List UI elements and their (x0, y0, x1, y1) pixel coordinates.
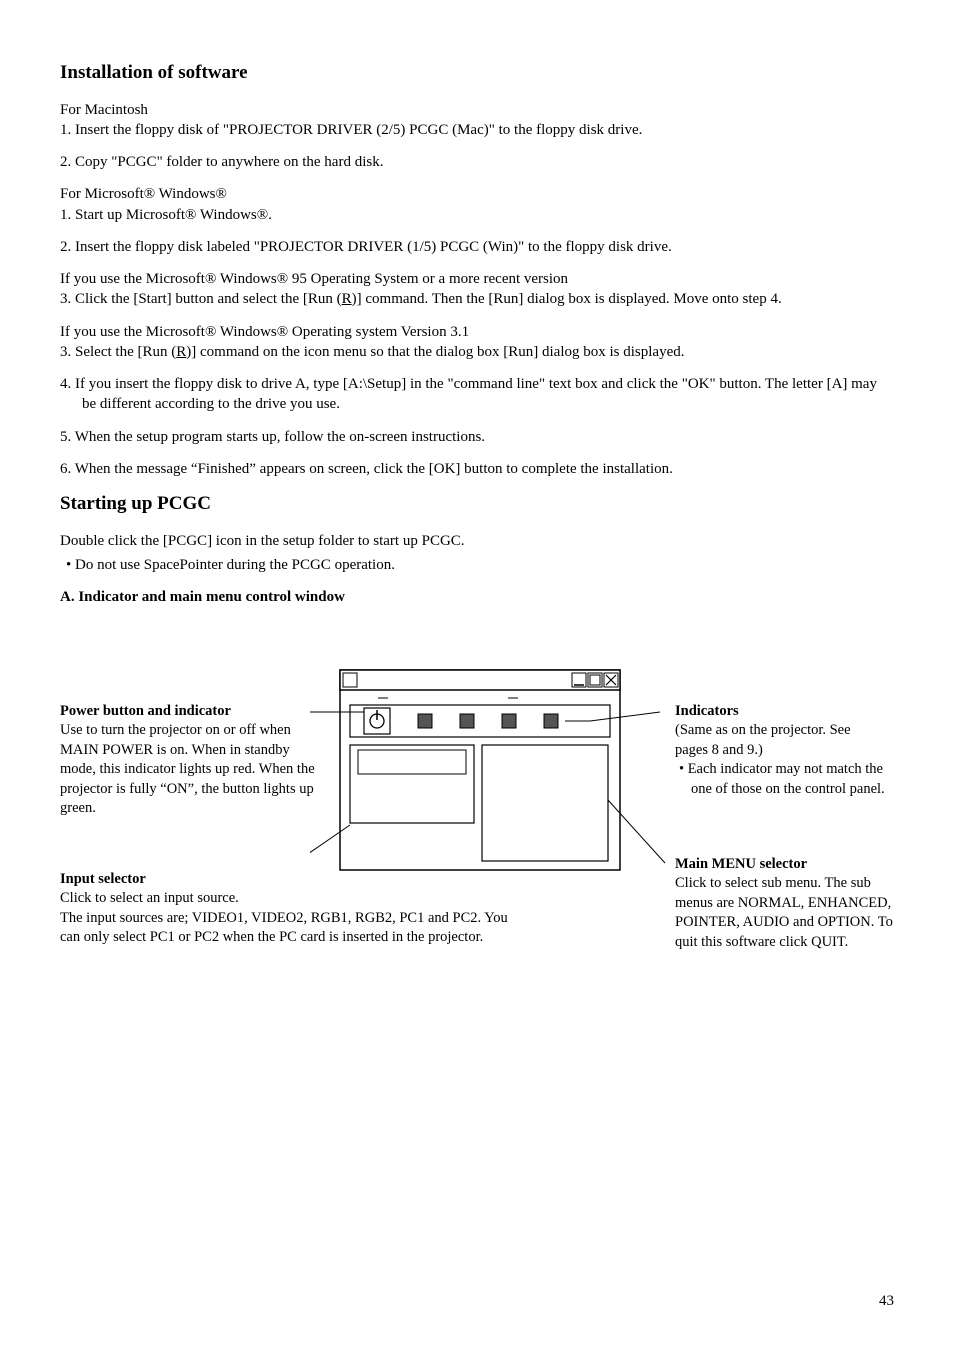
heading-install: Installation of software (60, 60, 894, 86)
callout-main-menu: Main MENU selector Click to select sub m… (675, 855, 895, 953)
window-diagram (310, 650, 670, 930)
win3b-post: )] command on the icon menu so that the … (186, 344, 684, 360)
win3a-underline: R (342, 291, 352, 307)
win-step4: 4. If you insert the floppy disk to driv… (60, 374, 894, 415)
win-step5: 5. When the setup program starts up, fol… (60, 427, 894, 447)
indicators-title: Indicators (675, 702, 885, 722)
indicators-line1: (Same as on the projector. See pages 8 a… (675, 721, 885, 760)
win-if95: If you use the Microsoft® Windows® 95 Op… (60, 269, 894, 289)
mac-title: For Macintosh (60, 100, 894, 120)
win-step6: 6. When the message “Finished” appears o… (60, 459, 894, 479)
power-button-body: Use to turn the projector on or off when… (60, 721, 320, 819)
indicator-lamp-4 (544, 714, 558, 728)
page-number: 43 (879, 1291, 894, 1311)
win3a-post: )] command. Then the [Run] dialog box is… (352, 291, 782, 307)
starting-p1: Double click the [PCGC] icon in the setu… (60, 531, 894, 551)
callout-power-button: Power button and indicator Use to turn t… (60, 702, 320, 819)
win-step3a: 3. Click the [Start] button and select t… (60, 289, 894, 309)
win-if31: If you use the Microsoft® Windows® Opera… (60, 322, 894, 342)
main-menu-panel[interactable] (482, 745, 608, 861)
mac-step1: 1. Insert the floppy disk of "PROJECTOR … (60, 120, 894, 140)
starting-bullet1: • Do not use SpacePointer during the PCG… (60, 555, 894, 575)
win3b-pre: 3. Select the [Run ( (60, 344, 176, 360)
win-step2: 2. Insert the floppy disk labeled "PROJE… (60, 237, 894, 257)
indicator-lamp-3 (502, 714, 516, 728)
win3b-underline: R (176, 344, 186, 360)
win-step3b: 3. Select the [Run (R)] command on the i… (60, 342, 894, 362)
heading-starting: Starting up PCGC (60, 491, 894, 517)
win-step1: 1. Start up Microsoft® Windows®. (60, 205, 894, 225)
main-menu-body: Click to select sub menu. The sub menus … (675, 874, 895, 952)
sysmenu-icon (343, 673, 357, 687)
main-menu-title: Main MENU selector (675, 855, 895, 875)
win-title: For Microsoft® Windows® (60, 184, 894, 204)
input-selector-field[interactable] (358, 750, 466, 774)
diagram-container: Power button and indicator Use to turn t… (60, 650, 894, 1070)
subheading-a: A. Indicator and main menu control windo… (60, 587, 894, 607)
win3a-pre: 3. Click the [Start] button and select t… (60, 291, 342, 307)
indicator-lamp-2 (460, 714, 474, 728)
indicator-lamp-1 (418, 714, 432, 728)
indicators-bullet1: • Each indicator may not match the one o… (675, 760, 885, 799)
callout-indicators: Indicators (Same as on the projector. Se… (675, 702, 885, 800)
mac-step2: 2. Copy "PCGC" folder to anywhere on the… (60, 152, 894, 172)
power-button-title: Power button and indicator (60, 702, 320, 722)
